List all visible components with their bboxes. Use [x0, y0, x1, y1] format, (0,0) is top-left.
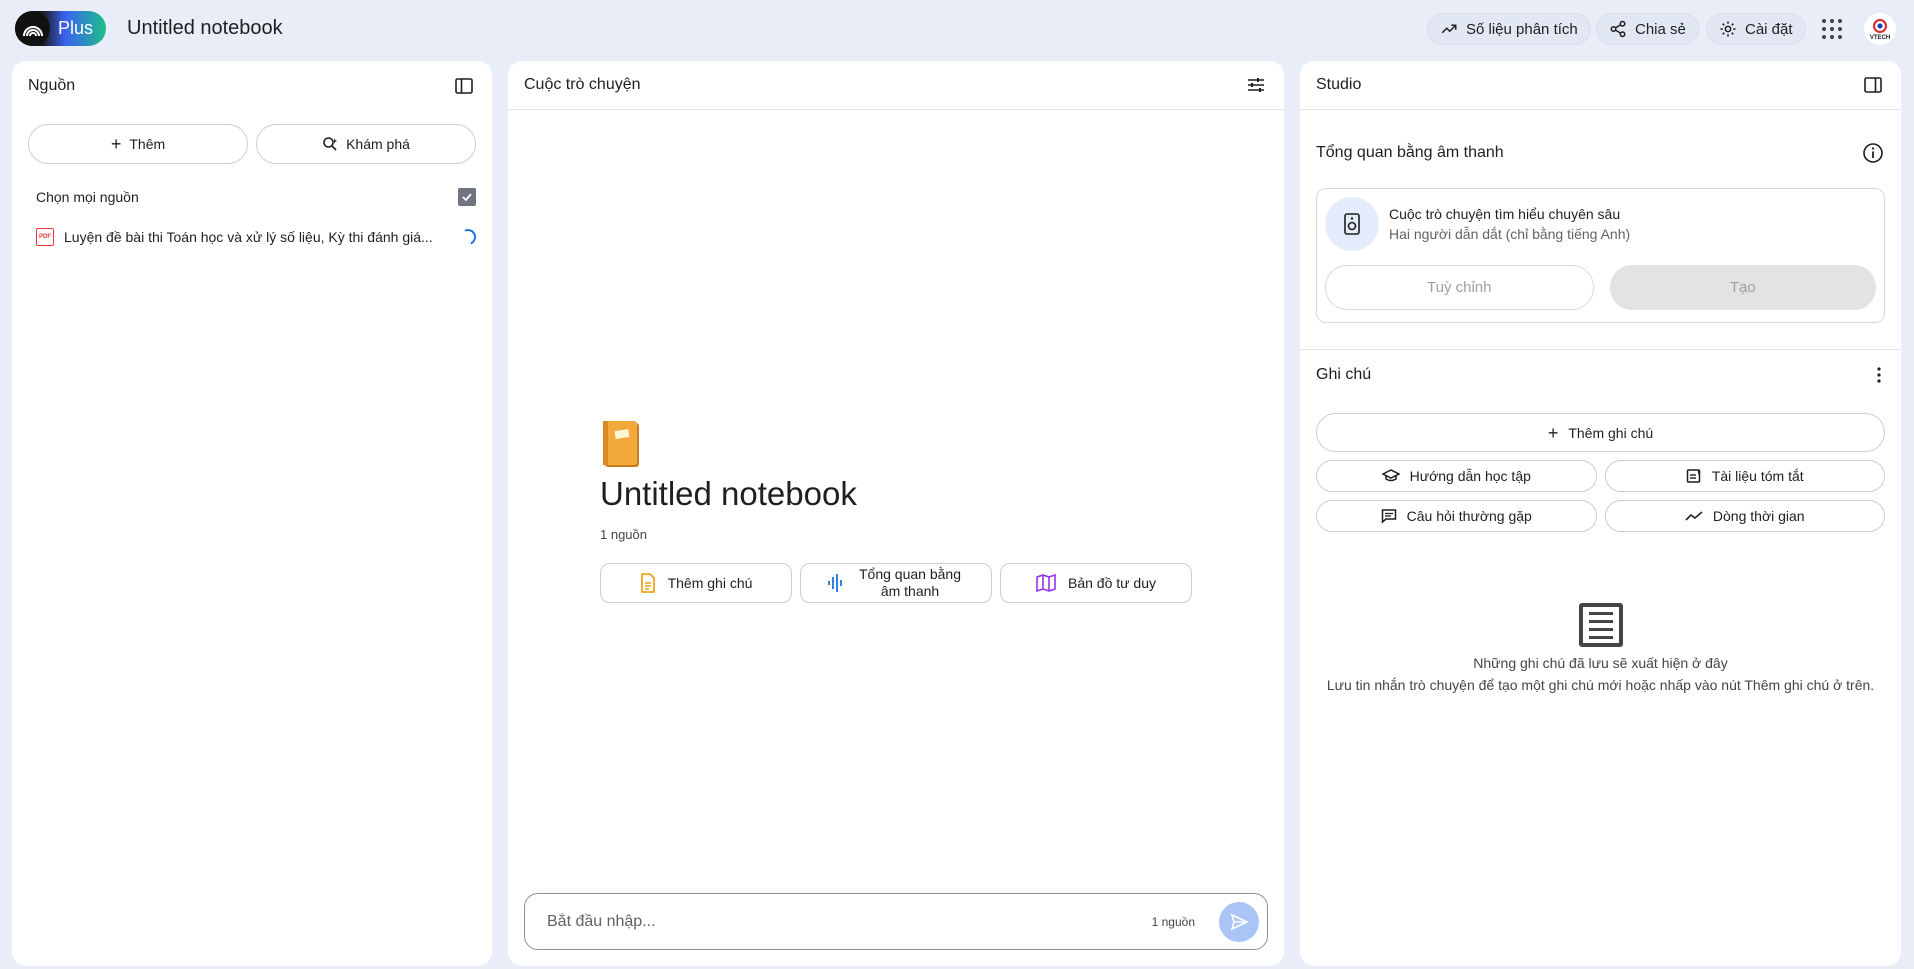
- add-note-chip-label: Thêm ghi chú: [667, 574, 753, 591]
- top-bar: Plus Untitled notebook Số liệu phân tích…: [0, 0, 1914, 58]
- add-note-button[interactable]: + Thêm ghi chú: [1316, 413, 1885, 452]
- apps-grid-icon[interactable]: [1820, 17, 1844, 41]
- notes-empty-desc: Lưu tin nhắn trò chuyện để tạo một ghi c…: [1326, 677, 1875, 693]
- settings-button[interactable]: Cài đặt: [1706, 13, 1806, 45]
- analytics-label: Số liệu phân tích: [1466, 20, 1578, 38]
- vtech-logo-icon: [1873, 18, 1887, 33]
- discover-label: Khám phá: [346, 136, 410, 152]
- trending-up-icon: [1441, 24, 1457, 34]
- notebooklm-logo-icon: [15, 11, 50, 46]
- select-all-row: Chọn mọi nguồn: [12, 188, 492, 206]
- notes-empty-title: Những ghi chú đã lưu sẽ xuất hiện ở đây: [1473, 655, 1728, 671]
- doc-summary-icon: [1686, 469, 1701, 483]
- avatar[interactable]: VTECH: [1864, 13, 1896, 45]
- audio-overview-chip-label: Tổng quan bằng âm thanh: [859, 566, 961, 599]
- send-button[interactable]: [1219, 901, 1259, 942]
- section-divider: [1300, 349, 1901, 350]
- tune-settings-icon[interactable]: [1244, 73, 1268, 97]
- chat-source-count: 1 nguồn: [600, 527, 647, 542]
- source-name: Luyện đề bài thi Toán học và xử lý số li…: [64, 229, 433, 245]
- chat-notebook-title: Untitled notebook: [600, 475, 857, 512]
- chat-empty-state: Untitled notebook 1 nguồn Thêm ghi chú T…: [600, 419, 1200, 603]
- graduation-cap-icon: [1381, 469, 1400, 482]
- audio-overview-card: Cuộc trò chuyện tìm hiểu chuyên sâu Hai …: [1316, 188, 1885, 323]
- mind-map-chip-label: Bản đồ tư duy: [1068, 574, 1156, 591]
- analytics-button[interactable]: Số liệu phân tích: [1427, 13, 1591, 45]
- notes-title: Ghi chú: [1316, 366, 1372, 383]
- notebook-title[interactable]: Untitled notebook: [127, 17, 283, 40]
- source-item[interactable]: PDF Luyện đề bài thi Toán học và xử lý s…: [12, 226, 492, 248]
- send-arrow-icon: [1230, 913, 1249, 930]
- audio-overview-title: Tổng quan bằng âm thanh: [1316, 144, 1504, 161]
- studio-panel: Studio Tổng quan bằng âm thanh Cuộc trò …: [1300, 61, 1901, 966]
- notes-header: Ghi chú: [1300, 363, 1901, 387]
- plus-icon: +: [110, 134, 122, 154]
- collapse-panel-icon[interactable]: [452, 74, 476, 98]
- chat-title: Cuộc trò chuyện: [524, 76, 641, 93]
- timeline-label: Dòng thời gian: [1712, 508, 1805, 524]
- chat-composer: 1 nguồn: [524, 893, 1268, 950]
- add-note-label: Thêm ghi chú: [1568, 424, 1654, 441]
- share-label: Chia sẻ: [1635, 20, 1686, 38]
- create-button[interactable]: Tạo: [1609, 265, 1876, 310]
- notes-empty-state: Những ghi chú đã lưu sẽ xuất hiện ở đây …: [1300, 603, 1901, 695]
- settings-label: Cài đặt: [1745, 20, 1793, 38]
- speaker-icon: [1325, 197, 1379, 251]
- chat-header: Cuộc trò chuyện: [508, 61, 1284, 110]
- collapse-studio-icon[interactable]: [1861, 73, 1885, 97]
- chat-input[interactable]: [547, 912, 1152, 931]
- info-icon[interactable]: [1861, 141, 1885, 165]
- checkmark-icon: [462, 193, 472, 202]
- timeline-icon: [1685, 511, 1703, 521]
- note-doc-icon: [640, 573, 655, 593]
- composer-source-count: 1 nguồn: [1151, 914, 1195, 929]
- add-source-label: Thêm: [129, 136, 166, 152]
- chat-panel: Cuộc trò chuyện Untitled notebook 1 nguồ…: [508, 61, 1284, 966]
- discover-search-icon: [323, 137, 338, 151]
- briefing-doc-button[interactable]: Tài liệu tóm tắt: [1604, 460, 1885, 492]
- share-button[interactable]: Chia sẻ: [1596, 13, 1699, 45]
- add-note-chip[interactable]: Thêm ghi chú: [600, 563, 792, 603]
- studio-title: Studio: [1316, 76, 1362, 93]
- loading-spinner-icon: [457, 226, 479, 248]
- audio-card-title: Cuộc trò chuyện tìm hiểu chuyên sâu: [1389, 206, 1621, 222]
- audio-card-subtitle: Hai người dẫn dắt (chỉ bằng tiếng Anh): [1389, 226, 1631, 242]
- notebook-emoji-icon: [600, 419, 640, 467]
- share-icon: [1610, 20, 1626, 38]
- customize-button[interactable]: Tuỳ chỉnh: [1325, 265, 1594, 310]
- gear-icon: [1720, 21, 1736, 37]
- sources-title: Nguồn: [28, 76, 76, 94]
- more-vert-icon[interactable]: [1867, 363, 1891, 387]
- plus-icon: +: [1547, 422, 1559, 443]
- audio-overview-section: Tổng quan bằng âm thanh: [1300, 141, 1901, 165]
- pdf-icon: PDF: [36, 228, 54, 246]
- discover-source-button[interactable]: Khám phá: [256, 124, 476, 164]
- mind-map-chip[interactable]: Bản đồ tư duy: [1000, 563, 1192, 603]
- studio-header: Studio: [1300, 61, 1901, 110]
- faq-label: Câu hỏi thường gặp: [1406, 508, 1532, 524]
- select-all-label: Chọn mọi nguồn: [36, 189, 139, 205]
- map-icon: [1036, 574, 1056, 592]
- select-all-checkbox[interactable]: [458, 188, 476, 206]
- sources-panel: Nguồn + Thêm Khám phá Chọn mọi nguồn PDF…: [12, 61, 492, 966]
- sources-header: Nguồn: [12, 61, 492, 110]
- plan-badge: Plus: [58, 18, 94, 38]
- add-source-button[interactable]: + Thêm: [28, 124, 248, 164]
- audio-overview-chip[interactable]: Tổng quan bằng âm thanh: [800, 563, 992, 603]
- notes-doc-icon: [1578, 603, 1623, 647]
- avatar-brand-text: VTECH: [1869, 34, 1891, 41]
- briefing-doc-label: Tài liệu tóm tắt: [1711, 468, 1804, 484]
- audio-waveform-icon: [828, 574, 842, 592]
- study-guide-label: Hướng dẫn học tập: [1409, 468, 1531, 484]
- chat-bubble-icon: [1381, 509, 1396, 524]
- study-guide-button[interactable]: Hướng dẫn học tập: [1316, 460, 1597, 492]
- app-logo[interactable]: Plus: [15, 11, 106, 46]
- timeline-button[interactable]: Dòng thời gian: [1604, 500, 1885, 532]
- faq-button[interactable]: Câu hỏi thường gặp: [1316, 500, 1597, 532]
